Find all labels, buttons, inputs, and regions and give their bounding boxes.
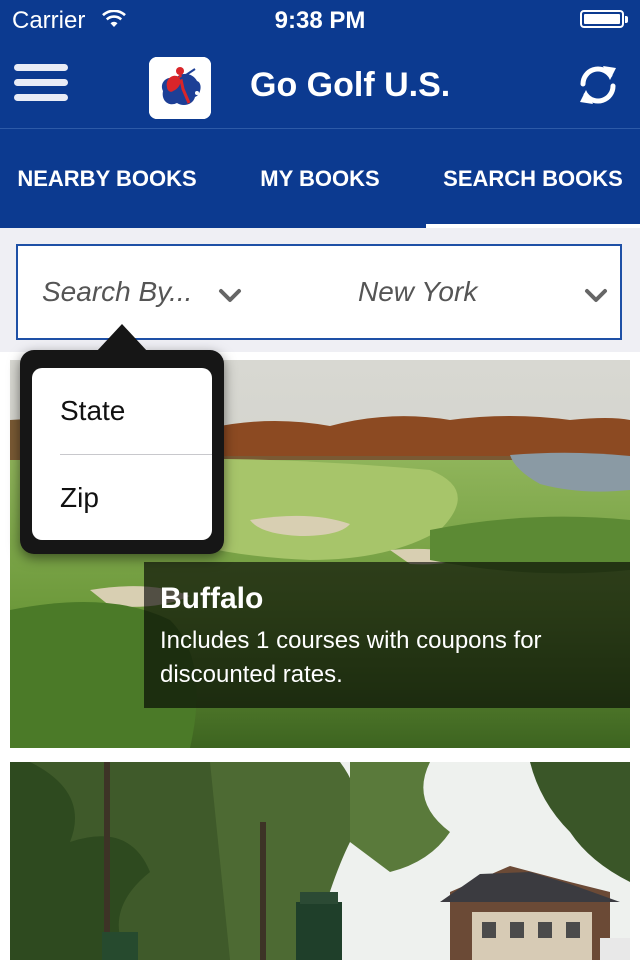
refresh-icon xyxy=(580,66,616,104)
status-bar: Carrier 9:38 PM xyxy=(0,0,640,40)
book-card[interactable] xyxy=(10,762,630,960)
chevron-down-icon[interactable] xyxy=(584,288,608,309)
nav-bar: Go Golf U.S. xyxy=(0,40,640,128)
card-description: Includes 1 courses with coupons for disc… xyxy=(160,627,542,688)
battery-icon xyxy=(580,10,628,28)
chevron-down-icon[interactable] xyxy=(218,288,242,309)
tab-my-books[interactable]: MY BOOKS xyxy=(214,129,426,228)
option-zip[interactable]: Zip xyxy=(32,455,212,540)
golf-course-image xyxy=(10,762,630,960)
popover-arrow xyxy=(96,324,148,352)
menu-button[interactable] xyxy=(14,62,70,104)
option-state[interactable]: State xyxy=(32,368,212,454)
popover-menu: State Zip xyxy=(32,368,212,540)
search-by-popover: State Zip xyxy=(20,324,224,554)
tab-bar: NEARBY BOOKS MY BOOKS SEARCH BOOKS xyxy=(0,129,640,228)
state-dropdown[interactable]: New York xyxy=(358,276,477,308)
app-title: Go Golf U.S. xyxy=(250,66,451,104)
search-by-dropdown[interactable]: Search By... xyxy=(42,276,192,308)
card-info-overlay: Buffalo Includes 1 courses with coupons … xyxy=(144,562,630,708)
status-time: 9:38 PM xyxy=(274,7,366,34)
refresh-button[interactable] xyxy=(572,60,624,110)
card-title: Buffalo xyxy=(160,582,264,615)
tab-search-books[interactable]: SEARCH BOOKS xyxy=(426,129,640,228)
header: Carrier 9:38 PM Go Golf U.S. NEARBY BOOK… xyxy=(0,0,640,228)
app-logo xyxy=(149,57,211,119)
tab-nearby-books[interactable]: NEARBY BOOKS xyxy=(0,129,214,228)
